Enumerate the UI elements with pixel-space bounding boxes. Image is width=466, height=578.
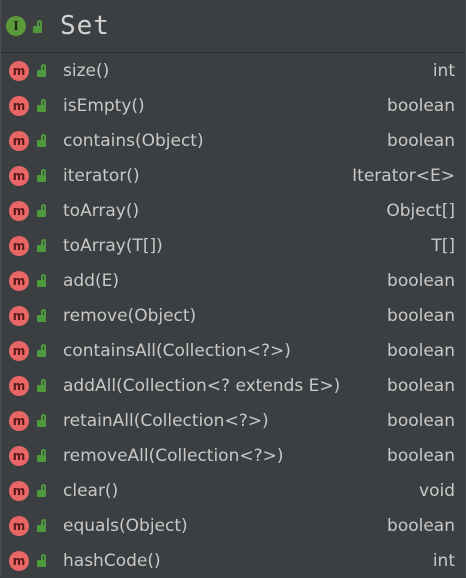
- method-signature: addAll(Collection<? extends E>): [63, 375, 341, 396]
- method-signature: removeAll(Collection<?>): [63, 445, 284, 466]
- method-icon: m: [9, 235, 29, 256]
- public-lock-icon: [33, 19, 44, 33]
- method-icon: m: [9, 60, 29, 81]
- method-icon: m: [9, 340, 29, 361]
- method-return-type: int: [432, 60, 455, 81]
- public-lock-icon: [37, 484, 48, 497]
- public-lock-icon: [37, 99, 48, 112]
- method-row[interactable]: m clear() void: [1, 473, 465, 508]
- public-lock-icon: [37, 134, 48, 147]
- method-icon: m: [9, 410, 29, 431]
- method-row[interactable]: m retainAll(Collection<?>) boolean: [1, 403, 465, 438]
- method-list: m size() int m isEmpty() boolean m contains(Obj…: [1, 53, 465, 578]
- method-signature: add(E): [63, 270, 120, 291]
- method-row[interactable]: m hashCode() int: [1, 543, 465, 578]
- public-lock-icon: [37, 554, 48, 567]
- method-row[interactable]: m containsAll(Collection<?>) boolean: [1, 333, 465, 368]
- method-return-type: boolean: [387, 305, 455, 326]
- method-return-type: int: [432, 550, 455, 571]
- method-signature: clear(): [63, 480, 119, 501]
- method-row[interactable]: m iterator() Iterator<E>: [1, 158, 465, 193]
- public-lock-icon: [37, 169, 48, 182]
- interface-title: Set: [60, 11, 110, 41]
- method-return-type: boolean: [387, 270, 455, 291]
- method-row[interactable]: m removeAll(Collection<?>) boolean: [1, 438, 465, 473]
- public-lock-icon: [37, 274, 48, 287]
- method-row[interactable]: m add(E) boolean: [1, 263, 465, 298]
- method-row[interactable]: m isEmpty() boolean: [1, 88, 465, 123]
- method-return-type: boolean: [387, 340, 455, 361]
- method-icon: m: [9, 480, 29, 501]
- public-lock-icon: [37, 344, 48, 357]
- method-signature: hashCode(): [63, 550, 161, 571]
- method-signature: iterator(): [63, 165, 140, 186]
- method-icon: m: [9, 165, 29, 186]
- method-return-type: Iterator<E>: [352, 165, 455, 186]
- method-signature: size(): [63, 60, 110, 81]
- method-icon: m: [9, 375, 29, 396]
- public-lock-icon: [37, 64, 48, 77]
- public-lock-icon: [37, 379, 48, 392]
- method-row[interactable]: m toArray() Object[]: [1, 193, 465, 228]
- method-icon: m: [9, 445, 29, 466]
- method-icon: m: [9, 515, 29, 536]
- method-return-type: void: [419, 480, 455, 501]
- method-signature: toArray(T[]): [63, 235, 163, 256]
- method-row[interactable]: m equals(Object) boolean: [1, 508, 465, 543]
- class-header[interactable]: I Set: [1, 0, 465, 53]
- public-lock-icon: [37, 239, 48, 252]
- public-lock-icon: [37, 204, 48, 217]
- method-return-type: boolean: [387, 130, 455, 151]
- method-return-type: T[]: [431, 235, 455, 256]
- method-row[interactable]: m size() int: [1, 53, 465, 88]
- method-return-type: boolean: [387, 95, 455, 116]
- method-signature: containsAll(Collection<?>): [63, 340, 291, 361]
- method-signature: contains(Object): [63, 130, 204, 151]
- public-lock-icon: [37, 309, 48, 322]
- public-lock-icon: [37, 449, 48, 462]
- method-icon: m: [9, 200, 29, 221]
- method-row[interactable]: m addAll(Collection<? extends E>) boolean: [1, 368, 465, 403]
- method-signature: equals(Object): [63, 515, 188, 536]
- method-return-type: boolean: [387, 410, 455, 431]
- method-signature: retainAll(Collection<?>): [63, 410, 269, 431]
- method-signature: remove(Object): [63, 305, 197, 326]
- method-return-type: Object[]: [386, 200, 455, 221]
- structure-panel: I Set m size() int m isEmpty() boolean m contai…: [0, 0, 466, 576]
- method-icon: m: [9, 305, 29, 326]
- method-row[interactable]: m remove(Object) boolean: [1, 298, 465, 333]
- method-icon: m: [9, 550, 29, 571]
- method-icon: m: [9, 130, 29, 151]
- method-signature: isEmpty(): [63, 95, 145, 116]
- method-row[interactable]: m toArray(T[]) T[]: [1, 228, 465, 263]
- interface-icon: I: [6, 16, 26, 36]
- method-icon: m: [9, 270, 29, 291]
- public-lock-icon: [37, 414, 48, 427]
- method-return-type: boolean: [387, 445, 455, 466]
- method-return-type: boolean: [387, 375, 455, 396]
- method-signature: toArray(): [63, 200, 140, 221]
- public-lock-icon: [37, 519, 48, 532]
- method-row[interactable]: m contains(Object) boolean: [1, 123, 465, 158]
- method-return-type: boolean: [387, 515, 455, 536]
- method-icon: m: [9, 95, 29, 116]
